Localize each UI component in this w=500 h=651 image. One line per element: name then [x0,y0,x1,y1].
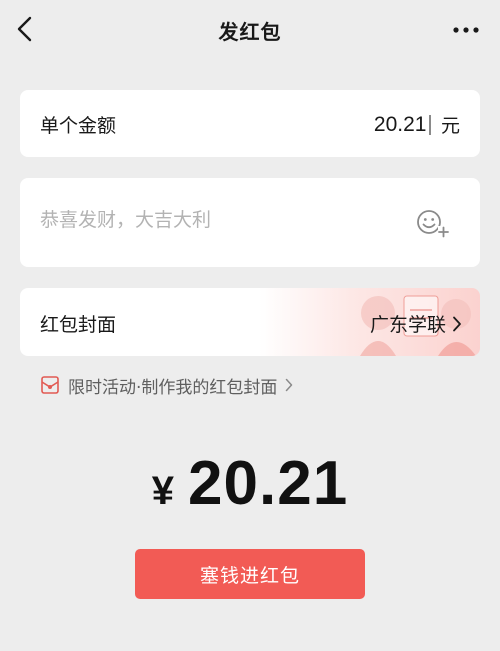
cover-selected-name: 广东学联 [369,314,446,336]
amount-input[interactable]: 20.21 元 [374,111,460,138]
text-cursor [429,114,431,135]
total-amount: ¥ 20.21 [0,448,500,519]
amount-label: 单个金额 [40,115,117,137]
amount-card[interactable]: 单个金额 20.21 元 [20,90,480,157]
greeting-card[interactable] [20,178,480,267]
promo-link[interactable]: 限时活动·制作我的红包封面 [40,372,293,398]
chevron-right-icon [286,378,293,392]
amount-value[interactable]: 20.21 [374,113,427,137]
emoji-button[interactable] [416,208,450,238]
cover-label: 红包封面 [40,314,117,336]
red-packet-icon [41,376,59,394]
top-bar: 发红包 [0,0,500,60]
more-dots-icon [453,27,479,33]
emoji-add-icon [417,210,449,238]
greeting-input[interactable] [40,209,400,231]
cover-selector[interactable]: 广东学联 [370,310,462,337]
total-value: 20.21 [188,449,349,518]
currency-symbol: ¥ [151,469,175,513]
more-button[interactable] [452,18,480,42]
promo-text: 限时活动·制作我的红包封面 [68,377,278,398]
chevron-right-icon [453,316,461,331]
page-title: 发红包 [218,20,282,44]
cover-card[interactable]: 红包封面 广东学联 [20,288,480,356]
amount-unit: 元 [440,115,460,137]
submit-button[interactable]: 塞钱进红包 [135,549,365,599]
